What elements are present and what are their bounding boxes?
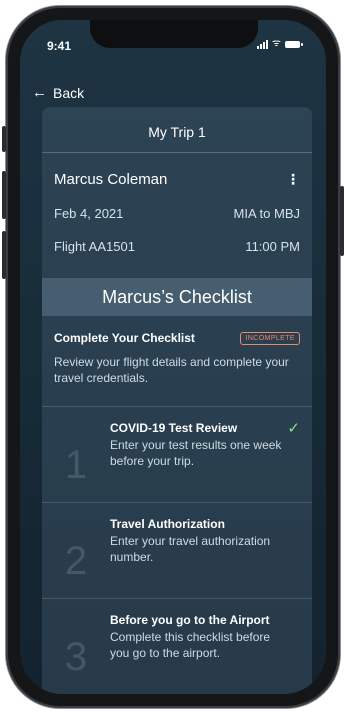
trip-card: My Trip 1 Marcus Coleman ⋮ Feb 4, 2021 M… [42, 107, 312, 694]
app-screen: 9:41 ᯤ ← Back My Trip 1 Marcus Coleman ⋮… [20, 20, 326, 694]
status-time: 9:41 [47, 39, 72, 53]
volume-down-button [2, 231, 6, 279]
wifi-icon: ᯤ [271, 38, 281, 49]
checklist-header: Marcus’s Checklist [42, 278, 312, 316]
notch [90, 20, 258, 48]
back-label: Back [53, 84, 85, 101]
step-number: 3 [64, 635, 88, 679]
arrow-left-icon: ← [32, 84, 47, 101]
battery-icon [285, 40, 303, 48]
checklist-item-travel-authorization[interactable]: 2 Travel Authorization Enter your travel… [42, 502, 312, 598]
phone-frame: 9:41 ᯤ ← Back My Trip 1 Marcus Coleman ⋮… [2, 6, 344, 708]
flight-row: Flight AA1501 11:00 PM [42, 239, 312, 254]
checklist-list: 1 COVID-19 Test Review Enter your test r… [42, 406, 312, 694]
item-body: COVID-19 Test Review Enter your test res… [110, 421, 312, 488]
item-subtitle: Enter your travel authorization number. [110, 534, 271, 564]
passenger-row: Marcus Coleman ⋮ [42, 171, 312, 188]
item-subtitle: Complete this checklist before you go to… [110, 630, 271, 660]
item-title: Before you go to the Airport [110, 613, 270, 627]
status-badge: INCOMPLETE [240, 331, 300, 345]
volume-up-button [2, 171, 6, 219]
checkmark-icon: ✓ [287, 420, 300, 437]
trip-date: Feb 4, 2021 [54, 206, 124, 221]
item-subtitle: Enter your test results one week before … [110, 438, 282, 468]
checklist-title: Complete Your Checklist [54, 331, 195, 345]
checklist-item-airport[interactable]: 3 Before you go to the Airport Complete … [42, 598, 312, 694]
signal-icon [256, 39, 268, 49]
back-button[interactable]: ← Back [32, 84, 84, 101]
checklist-description: Review your flight details and complete … [54, 355, 289, 385]
checklist-status-row: Complete Your Checklist INCOMPLETE [42, 331, 312, 345]
more-options-icon[interactable]: ⋮ [286, 171, 300, 188]
item-title: COVID-19 Test Review [110, 421, 238, 435]
divider [42, 152, 312, 153]
step-number: 1 [64, 443, 88, 487]
power-button [340, 186, 344, 256]
item-body: Travel Authorization Enter your travel a… [110, 517, 312, 584]
passenger-name: Marcus Coleman [54, 171, 168, 188]
date-row: Feb 4, 2021 MIA to MBJ [42, 206, 312, 221]
item-title: Travel Authorization [110, 517, 225, 531]
status-icons: ᯤ [256, 38, 303, 49]
flight-time: 11:00 PM [245, 239, 300, 254]
trip-title: My Trip 1 [148, 124, 206, 140]
item-body: Before you go to the Airport Complete th… [110, 613, 312, 680]
checklist-item-covid-test[interactable]: 1 COVID-19 Test Review Enter your test r… [42, 406, 312, 502]
trip-route: MIA to MBJ [233, 206, 300, 221]
flight-number: Flight AA1501 [54, 239, 135, 254]
mute-switch [2, 126, 6, 152]
step-number: 2 [64, 539, 88, 583]
